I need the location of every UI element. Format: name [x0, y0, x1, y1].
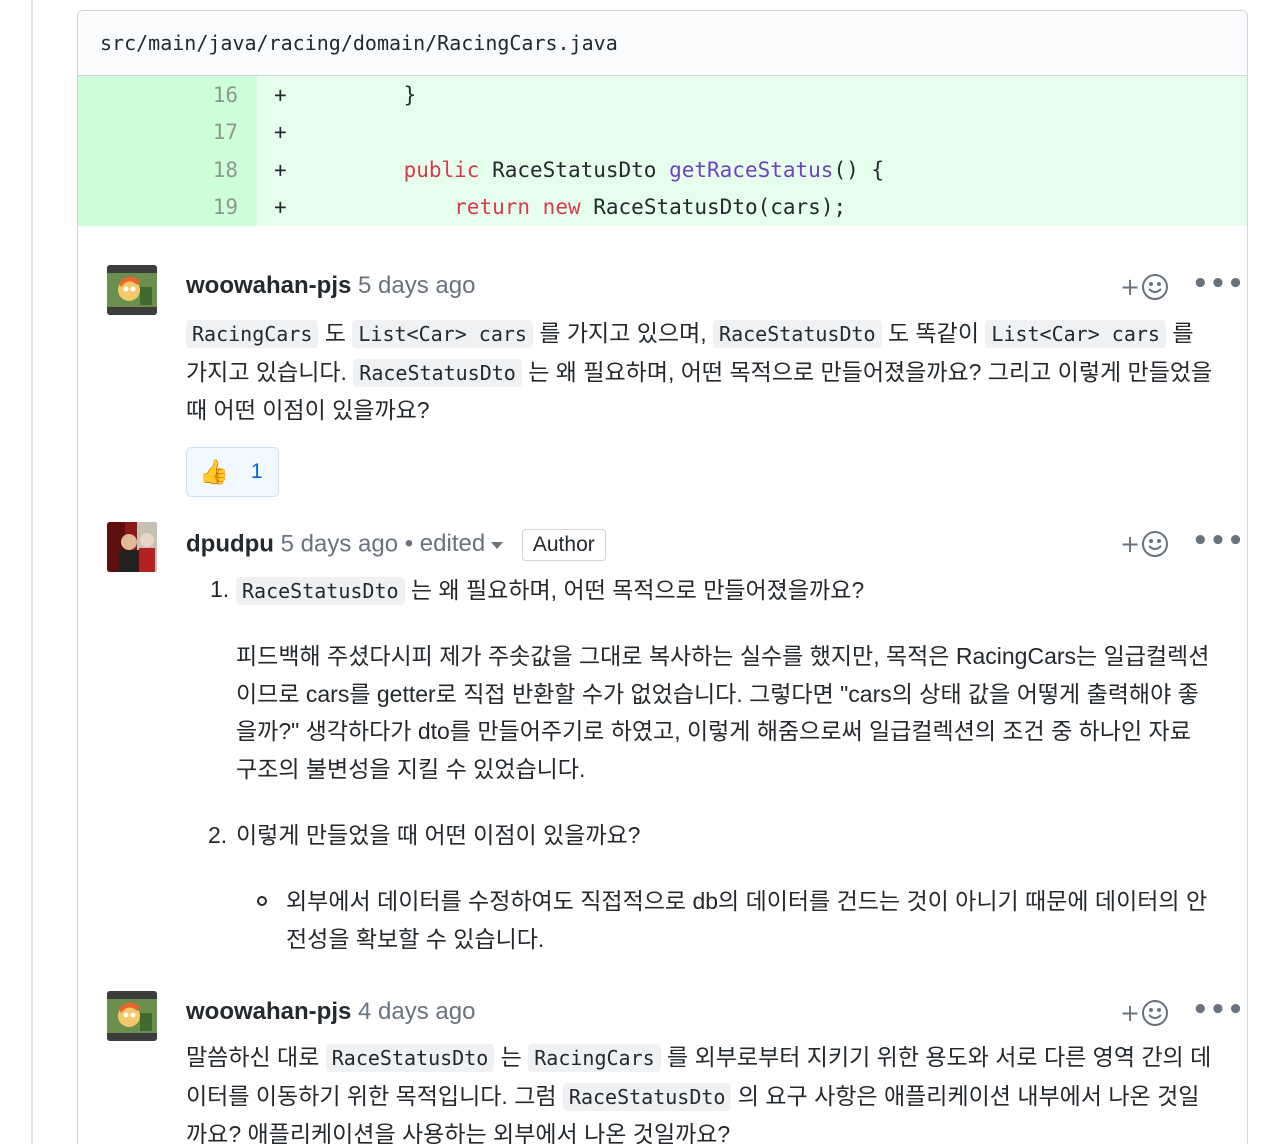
- code-function: getRaceStatus: [669, 157, 834, 182]
- more-options-icon[interactable]: •••: [1192, 526, 1245, 556]
- list-item-2: 이렇게 만들었을 때 어떤 이점이 있을까요?: [236, 822, 641, 848]
- file-path[interactable]: src/main/java/racing/domain/RacingCars.j…: [100, 31, 618, 55]
- code-line: public RaceStatusDto getRaceStatus() {: [353, 158, 884, 182]
- add-reaction-button[interactable]: +: [1120, 999, 1169, 1027]
- avatar[interactable]: [107, 522, 157, 572]
- author-badge: Author: [521, 529, 606, 561]
- code-token: RaceStatusDto(cars);: [580, 195, 847, 220]
- comment-text: 는: [494, 1044, 529, 1070]
- add-reaction-button[interactable]: +: [1120, 273, 1169, 301]
- comment-header: woowahan-pjs 5 days ago: [186, 272, 475, 300]
- inline-code: RaceStatusDto: [713, 320, 882, 348]
- line-number[interactable]: 18: [78, 158, 238, 182]
- list-marker: 1.: [210, 576, 230, 602]
- inline-code: RaceStatusDto: [562, 1082, 732, 1111]
- diff-add-marker: +: [274, 157, 287, 182]
- comment-text: 도: [318, 320, 353, 346]
- diff-line: 19 + return new RaceStatusDto(cars);: [78, 188, 1247, 226]
- diff-line: 16 + }: [78, 76, 1247, 114]
- diff-add-marker: +: [274, 195, 287, 220]
- comment-body: RacingCars 도 List<Car> cars 를 가지고 있으며, R…: [186, 315, 1216, 430]
- code-token: RaceStatusDto: [479, 157, 670, 182]
- more-options-icon[interactable]: •••: [1192, 269, 1245, 299]
- author-name[interactable]: dpudpu: [186, 530, 274, 557]
- inline-code: RacingCars: [186, 320, 319, 348]
- edited-dropdown[interactable]: • edited: [404, 530, 504, 558]
- diff-line: 18 + public RaceStatusDto getRaceStatus()…: [78, 151, 1247, 189]
- inline-code: RacingCars: [528, 1044, 661, 1072]
- inline-code: List<Car> cars: [352, 320, 533, 348]
- smiley-icon: [1142, 274, 1169, 300]
- bullet-circle: [257, 896, 267, 906]
- code-token: () {: [833, 157, 885, 182]
- diff-add-marker: +: [274, 120, 287, 145]
- smiley-icon: [1142, 1000, 1169, 1026]
- list-marker: 2.: [208, 822, 228, 848]
- comment-text: 도 똑같이: [881, 320, 986, 346]
- inline-code: List<Car> cars: [985, 320, 1166, 348]
- avatar[interactable]: [107, 991, 157, 1041]
- chevron-down-icon: [491, 541, 504, 549]
- timestamp[interactable]: 5 days ago: [358, 272, 475, 299]
- smiley-icon: [1142, 531, 1169, 557]
- diff-add-marker: +: [274, 82, 287, 107]
- diff-hunk: 16 + } 17 +18 + public RaceStatusDto getRace…: [78, 76, 1247, 226]
- code-keyword: public: [403, 157, 480, 182]
- author-name[interactable]: woowahan-pjs: [186, 272, 351, 299]
- reaction-count: 1: [250, 460, 263, 483]
- line-number[interactable]: 16: [78, 83, 238, 107]
- comment-text: 말씀하신 대로: [186, 1044, 326, 1070]
- code-line: return new RaceStatusDto(cars);: [353, 195, 846, 219]
- code-token: }: [353, 82, 417, 107]
- list-item-text: 는 왜 필요하며, 어떤 목적으로 만들어졌을까요?: [404, 577, 865, 603]
- add-reaction-button[interactable]: +: [1120, 530, 1169, 558]
- comment-body: 말씀하신 대로 RaceStatusDto 는 RacingCars 를 외부로…: [186, 1039, 1216, 1144]
- inline-code: RaceStatusDto: [236, 577, 405, 605]
- plus-icon: +: [1120, 530, 1141, 558]
- code-line: }: [353, 82, 417, 107]
- author-name[interactable]: woowahan-pjs: [186, 998, 351, 1025]
- avatar[interactable]: [107, 265, 157, 315]
- line-number[interactable]: 17: [78, 120, 238, 144]
- diff-line: 17 +: [78, 113, 1247, 151]
- comment-text: 를 가지고 있으며,: [532, 320, 714, 346]
- file-header: src/main/java/racing/domain/RacingCars.j…: [78, 11, 1247, 76]
- code-keyword: return: [454, 195, 531, 220]
- code-keyword: new: [542, 195, 581, 220]
- plus-icon: +: [1120, 273, 1141, 301]
- bullet-item: 외부에서 데이터를 수정하여도 직접적으로 db의 데이터를 건드는 것이 아니…: [286, 888, 1208, 952]
- timestamp[interactable]: 4 days ago: [358, 998, 475, 1025]
- edited-label: • edited: [404, 530, 486, 558]
- thumbs-up-icon: 👍: [199, 458, 229, 486]
- line-number[interactable]: 19: [78, 195, 238, 219]
- timestamp[interactable]: 5 days ago: [281, 530, 398, 557]
- plus-icon: +: [1120, 999, 1141, 1027]
- list-item-paragraph: 피드백해 주셨다시피 제가 주솟값을 그대로 복사하는 실수를 했지만, 목적은…: [236, 643, 1210, 782]
- thumbs-up-reaction-button[interactable]: 👍 1: [186, 447, 279, 497]
- list-item-1: RaceStatusDto 는 왜 필요하며, 어떤 목적으로 만들어졌을까요?: [236, 572, 1216, 611]
- inline-code: RaceStatusDto: [325, 1044, 495, 1072]
- comment-header: dpudpu 5 days ago • edited Author: [186, 529, 606, 561]
- timeline-rule: [31, 0, 33, 1144]
- comment-header: woowahan-pjs 4 days ago: [186, 998, 475, 1026]
- review-thread: src/main/java/racing/domain/RacingCars.j…: [77, 10, 1248, 1144]
- more-options-icon[interactable]: •••: [1192, 995, 1245, 1025]
- inline-code: RaceStatusDto: [353, 358, 522, 387]
